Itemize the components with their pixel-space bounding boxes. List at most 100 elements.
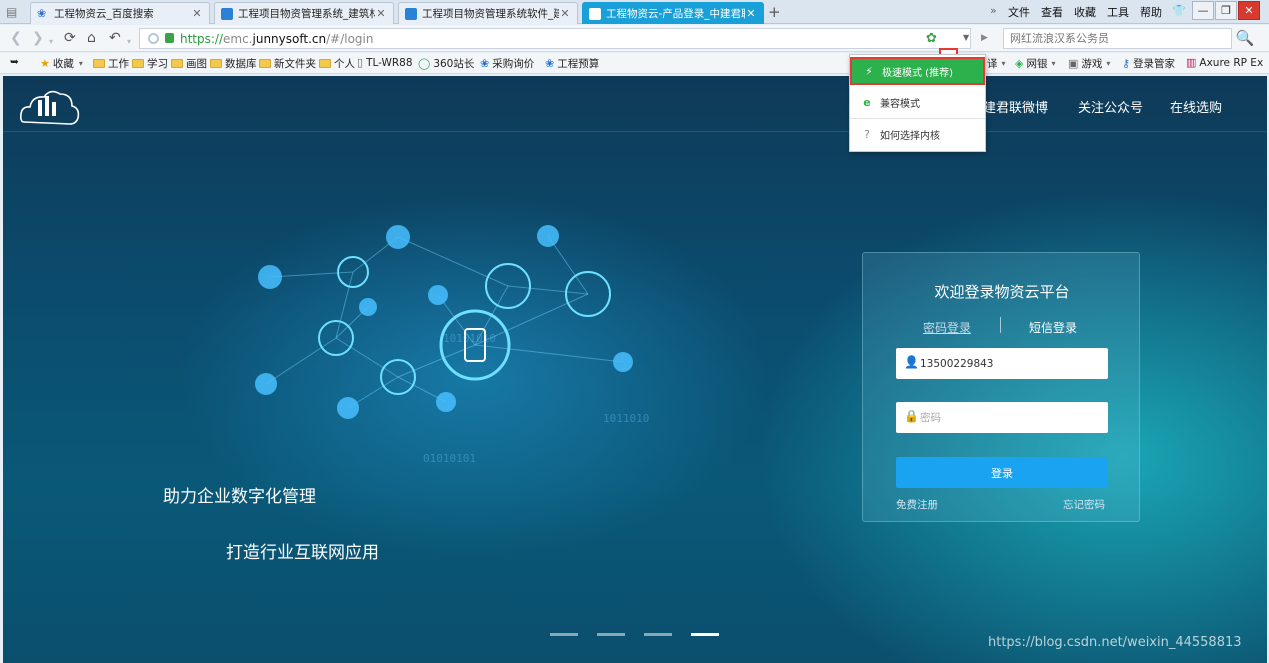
mode-caret-icon[interactable]: ▼ — [963, 33, 969, 42]
tab-baidu[interactable]: ❀ 工程物资云_百度搜索 ✕ — [30, 2, 210, 24]
more-chevron-icon[interactable]: » — [990, 4, 997, 17]
help-icon: ? — [864, 127, 870, 141]
navigation-bar: ❮ ❯ ▾ ⟳ ⌂ ↶ ▾ https://emc.junnysoft.cn/#… — [0, 25, 1269, 80]
tab-title: 工程物资云_百度搜索 — [54, 8, 154, 20]
go-icon[interactable]: ▶ — [981, 33, 988, 43]
extension-gear-icon[interactable]: ✿ — [926, 31, 937, 46]
site-logo[interactable] — [18, 82, 82, 130]
menu-tools[interactable]: 工具 — [1107, 4, 1129, 20]
folder-icon — [93, 59, 105, 68]
url-text[interactable]: https://emc.junnysoft.cn/#/login — [180, 32, 373, 46]
nav-weibo[interactable]: 建君联微博 — [983, 97, 1048, 116]
baidu-paw-icon: ❀ — [480, 57, 490, 70]
user-icon: 👤 — [904, 355, 919, 369]
page-icon: ▯ — [357, 56, 364, 69]
close-window-button[interactable]: ✕ — [1238, 1, 1260, 20]
dropdown-caret-icon: ▾ — [1001, 59, 1006, 68]
mode-help-item[interactable]: ? 如何选择内核 — [850, 119, 985, 149]
carousel-dot-active[interactable] — [691, 633, 719, 636]
bookmark-login-manager[interactable]: ⚷ 登录管家 — [1122, 56, 1175, 71]
restore-button[interactable]: ❐ — [1215, 1, 1237, 20]
tab-close-icon[interactable]: ✕ — [375, 7, 387, 20]
password-field[interactable]: 🔒 — [896, 402, 1108, 433]
menu-favorites[interactable]: 收藏 — [1074, 4, 1096, 20]
lock-icon[interactable] — [165, 33, 174, 43]
username-field[interactable]: 👤 — [896, 348, 1108, 379]
tab-password-login[interactable]: 密码登录 — [923, 319, 971, 336]
sidebar-toggle-icon[interactable]: ▤ — [6, 5, 22, 19]
refresh-icon[interactable]: ⟳ — [64, 30, 76, 46]
tab-login-active[interactable]: 工程物资云-产品登录_中建君联 ✕ — [582, 2, 764, 24]
tab-product-2[interactable]: 工程项目物资管理系统软件_建筑 ✕ — [398, 2, 578, 24]
ring-icon: ◯ — [418, 57, 431, 70]
nav-buy-online[interactable]: 在线选购 — [1170, 97, 1222, 116]
undo-caret-icon[interactable]: ▾ — [127, 34, 131, 50]
minimize-button[interactable]: — — [1192, 1, 1214, 20]
undo-close-icon[interactable]: ↶ — [109, 30, 121, 46]
register-link[interactable]: 免费注册 — [896, 497, 938, 512]
tab-close-icon[interactable]: ✕ — [559, 7, 571, 20]
nav-wechat[interactable]: 关注公众号 — [1078, 97, 1143, 116]
address-field[interactable]: https://emc.junnysoft.cn/#/login ✿ — [139, 28, 971, 49]
carousel-dot[interactable] — [597, 633, 625, 636]
logo-cloud-icon — [20, 90, 80, 125]
tab-close-icon[interactable]: ✕ — [191, 7, 203, 20]
tab-title: 工程项目物资管理系统_建筑材料 — [238, 8, 375, 20]
search-field[interactable] — [1003, 28, 1232, 49]
bookmarks-toggle-icon[interactable]: ➥ — [10, 56, 19, 68]
search-icon[interactable]: 🔍 — [1234, 28, 1256, 49]
page-viewport: 建君联微博 关注公众号 在线选购 10101010 01010101 10110… — [3, 76, 1267, 663]
forward-icon[interactable]: ❯ — [32, 30, 44, 46]
site-icon — [405, 7, 417, 20]
dropdown-caret-icon: ▾ — [1106, 59, 1111, 68]
svg-text:10101010: 10101010 — [443, 332, 496, 345]
baidu-paw-icon: ❀ — [37, 6, 47, 20]
bookmark-purchase[interactable]: ❀ 采购询价 — [480, 56, 534, 71]
bookmark-axure[interactable]: ▥ Axure RP Ex — [1186, 56, 1263, 69]
bookmark-favorites[interactable]: ★ 收藏 ▾ — [40, 56, 83, 71]
password-input[interactable] — [920, 402, 1104, 433]
carousel-dot[interactable] — [550, 633, 578, 636]
folder-icon — [171, 59, 183, 68]
new-tab-icon[interactable]: + — [768, 3, 781, 21]
back-icon[interactable]: ❮ — [10, 30, 22, 46]
bookmark-budget[interactable]: ❀ 工程预算 — [545, 56, 599, 71]
bookmark-folder-database[interactable]: 数据库 — [210, 56, 257, 71]
tab-product-1[interactable]: 工程项目物资管理系统_建筑材料 ✕ — [214, 2, 394, 24]
tab-title: 工程项目物资管理系统软件_建筑 — [422, 8, 559, 20]
tab-sms-login[interactable]: 短信登录 — [1029, 319, 1077, 336]
mode-speed-item[interactable]: ⚡ 极速模式 (推荐) — [850, 57, 985, 85]
carousel-dot[interactable] — [644, 633, 672, 636]
bookmark-folder-drawing[interactable]: 画图 — [171, 56, 207, 71]
folder-icon — [132, 59, 144, 68]
home-icon[interactable]: ⌂ — [87, 30, 96, 46]
menu-file[interactable]: 文件 — [1008, 4, 1030, 20]
bookmark-360[interactable]: ◯ 360站长 — [418, 56, 474, 71]
menu-help[interactable]: 帮助 — [1140, 4, 1162, 20]
bookmark-folder-new[interactable]: 新文件夹 — [259, 56, 316, 71]
bookmark-bank[interactable]: ◈ 网银 ▾ — [1015, 56, 1055, 71]
bookmark-folder-study[interactable]: 学习 — [132, 56, 168, 71]
folder-icon — [319, 59, 331, 68]
search-input[interactable] — [1004, 29, 1231, 48]
ie-icon: e — [863, 95, 871, 109]
bookmarks-bar: ➥ ★ 收藏 ▾ 工作 学习 画图 数据库 新文件夹 个人 ▯ TL-WR88 ◯ 36… — [0, 53, 1269, 74]
tab-close-icon[interactable]: ✕ — [745, 7, 757, 20]
bookmark-folder-personal[interactable]: 个人 — [319, 56, 355, 71]
menu-view[interactable]: 查看 — [1041, 4, 1063, 20]
skin-shirt-icon[interactable]: 👕 — [1172, 4, 1186, 17]
history-caret-icon[interactable]: ▾ — [49, 34, 53, 50]
svg-text:1011010: 1011010 — [603, 412, 649, 425]
key-icon: ⚷ — [1122, 57, 1131, 70]
folder-icon — [210, 59, 222, 68]
bookmark-translate[interactable]: 译 ▾ — [987, 56, 1006, 71]
forgot-password-link[interactable]: 忘记密码 — [1063, 497, 1105, 512]
login-button[interactable]: 登录 — [896, 457, 1108, 488]
username-input[interactable] — [920, 348, 1104, 379]
star-icon: ★ — [40, 57, 50, 70]
mode-compat-item[interactable]: e 兼容模式 — [850, 87, 985, 117]
bookmark-router[interactable]: ▯ TL-WR88 — [357, 56, 413, 69]
bookmark-folder-work[interactable]: 工作 — [93, 56, 129, 71]
tab-separator — [1000, 317, 1001, 333]
bookmark-games[interactable]: ▣ 游戏 ▾ — [1068, 56, 1110, 71]
